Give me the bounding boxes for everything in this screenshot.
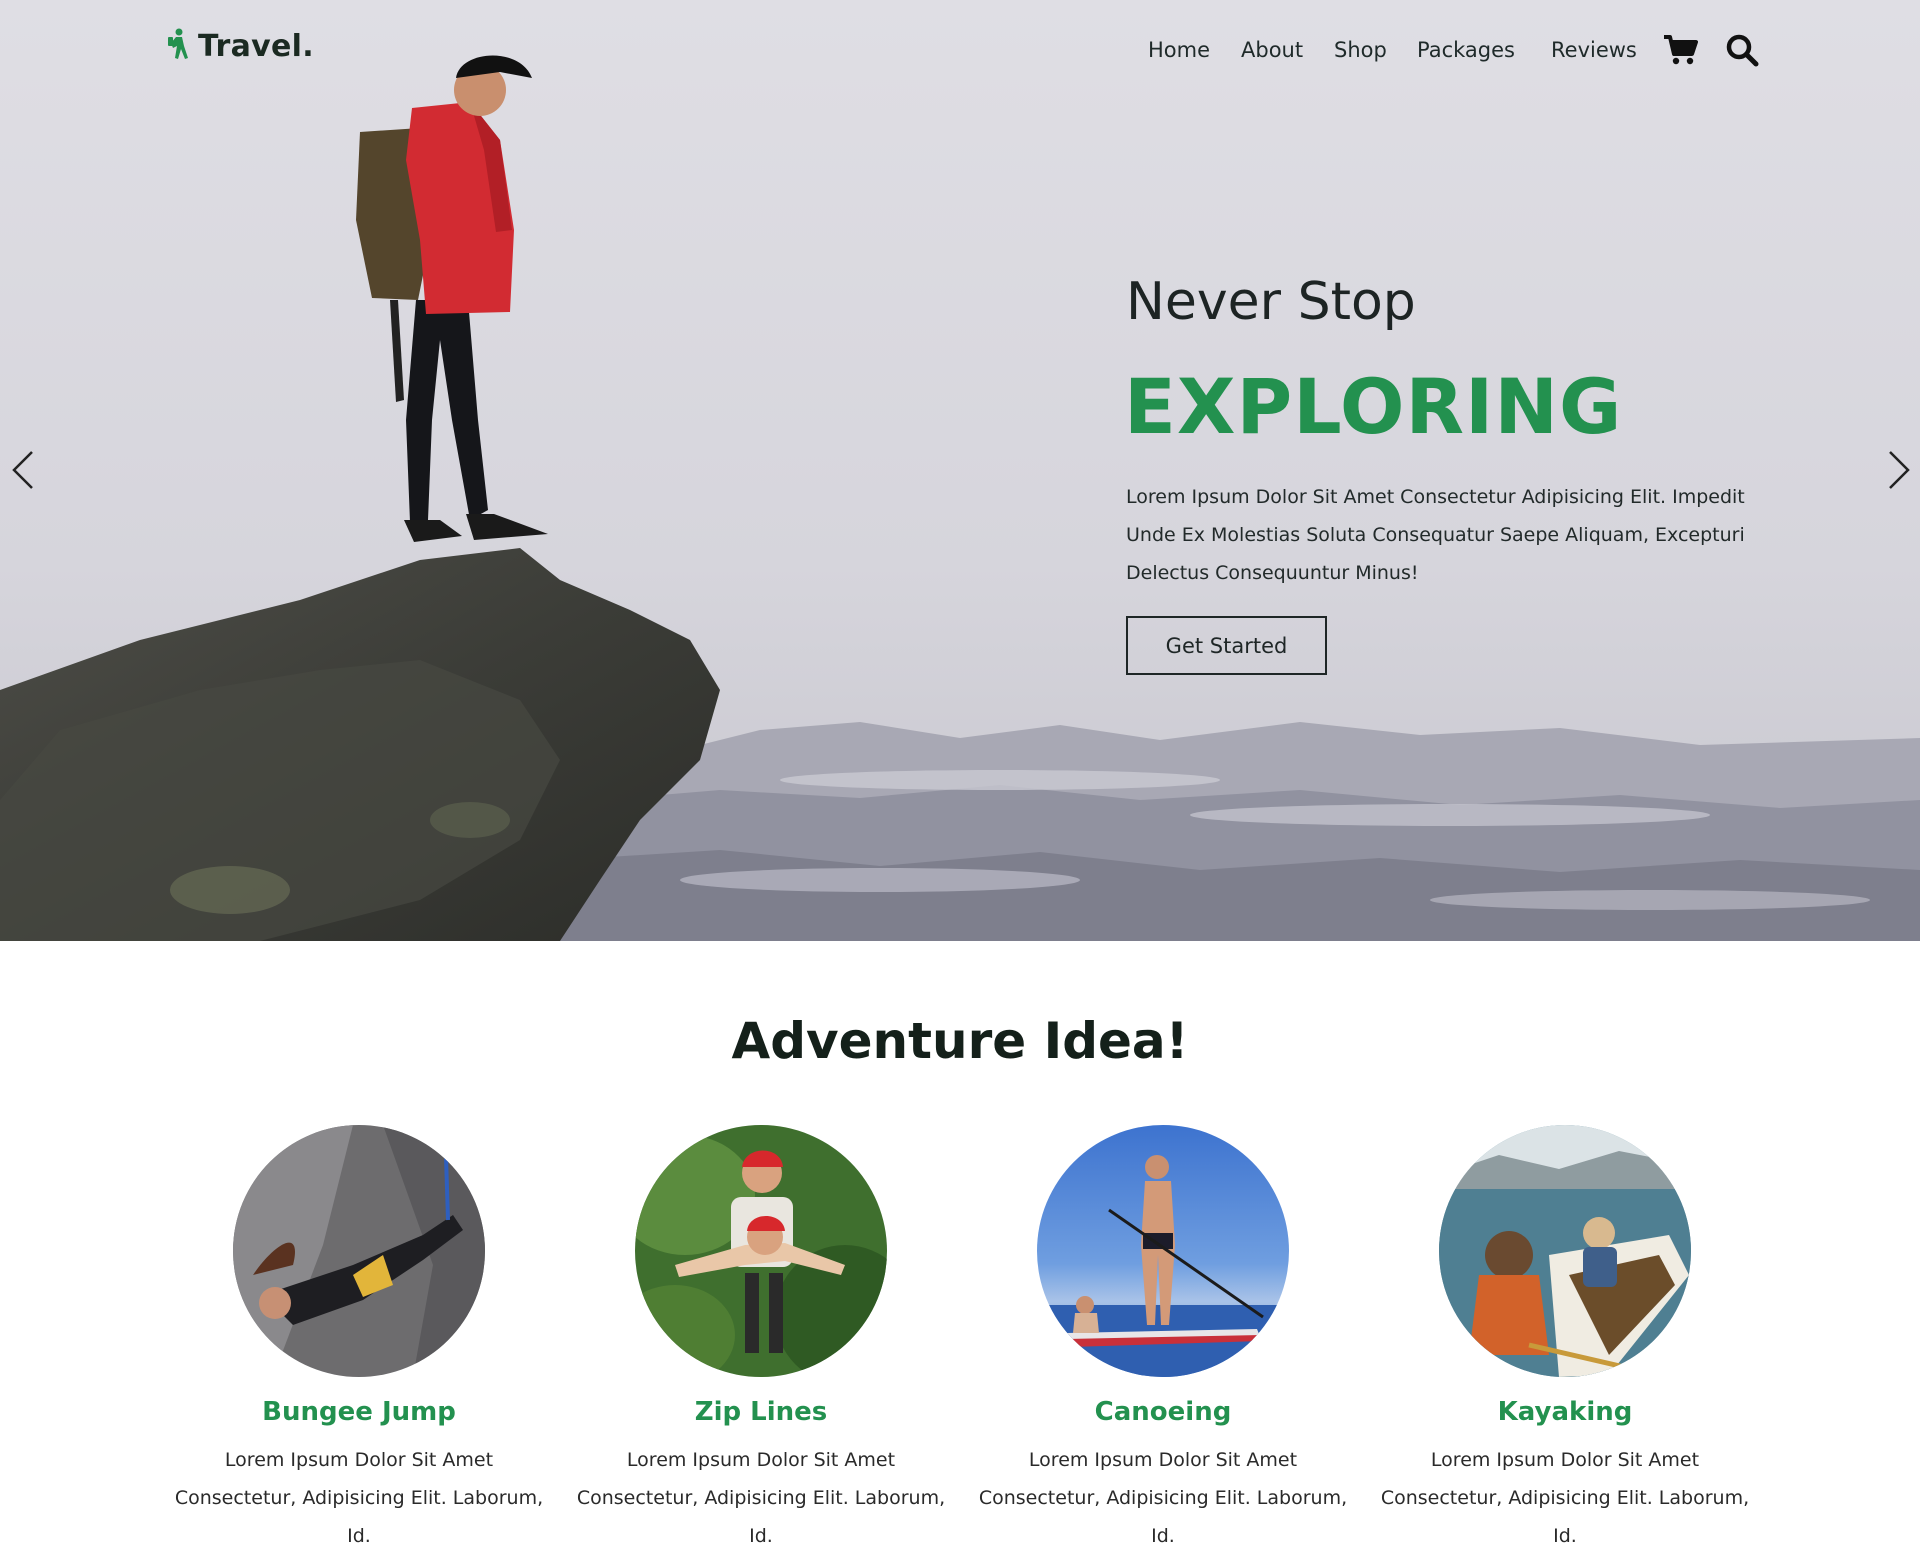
search-icon[interactable] [1722, 30, 1762, 70]
cart-icon[interactable] [1660, 30, 1700, 70]
hero-background-image [0, 0, 1920, 941]
get-started-button[interactable]: Get Started [1126, 616, 1327, 675]
chevron-right-icon[interactable] [1884, 448, 1914, 492]
hero-title: EXPLORING [1124, 362, 1623, 451]
adventure-card-kayaking[interactable]: Kayaking Lorem Ipsum Dolor Sit Amet Cons… [1365, 1125, 1765, 1555]
logo-text: Travel. [198, 29, 314, 64]
hero-description: Lorem Ipsum Dolor Sit Amet Consectetur A… [1126, 486, 1745, 584]
card-text: Lorem Ipsum Dolor Sit Amet Consectetur, … [1380, 1449, 1750, 1547]
card-text: Lorem Ipsum Dolor Sit Amet Consectetur, … [978, 1449, 1348, 1547]
canoeing-image [1037, 1125, 1289, 1377]
adventure-card-canoeing[interactable]: Canoeing Lorem Ipsum Dolor Sit Amet Cons… [963, 1125, 1363, 1555]
card-title: Zip Lines [694, 1397, 828, 1427]
hero-banner: Travel. Home About Shop Packages Reviews… [0, 0, 1920, 941]
card-text: Lorem Ipsum Dolor Sit Amet Consectetur, … [174, 1449, 544, 1547]
nav-link-reviews[interactable]: Reviews [1551, 38, 1637, 62]
nav-link-packages[interactable]: Packages [1417, 38, 1515, 62]
card-title: Bungee Jump [262, 1397, 456, 1427]
kayaking-image [1439, 1125, 1691, 1377]
nav-link-shop[interactable]: Shop [1334, 38, 1387, 62]
hiker-logo-icon [166, 28, 190, 65]
adventure-card-zip-lines[interactable]: Zip Lines Lorem Ipsum Dolor Sit Amet Con… [561, 1125, 961, 1555]
section-title: Adventure Idea! [731, 1012, 1189, 1070]
nav-link-about[interactable]: About [1241, 38, 1303, 62]
card-text: Lorem Ipsum Dolor Sit Amet Consectetur, … [576, 1449, 946, 1547]
logo[interactable]: Travel. [166, 28, 314, 65]
hero-subtitle: Never Stop [1126, 272, 1416, 332]
card-title: Canoeing [1094, 1397, 1232, 1427]
bungee-jump-image [233, 1125, 485, 1377]
nav-link-home[interactable]: Home [1148, 38, 1210, 62]
card-title: Kayaking [1497, 1397, 1633, 1427]
adventure-card-bungee[interactable]: Bungee Jump Lorem Ipsum Dolor Sit Amet C… [159, 1125, 559, 1555]
zip-lines-image [635, 1125, 887, 1377]
chevron-left-icon[interactable] [8, 448, 38, 492]
